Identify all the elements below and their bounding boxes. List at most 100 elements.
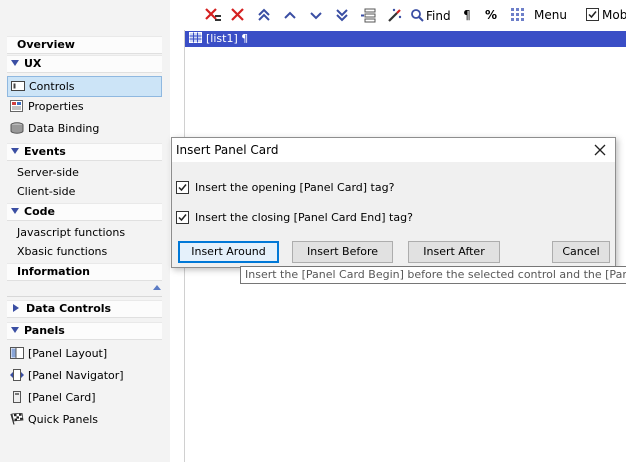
sidebar-item-client-side[interactable]: Client-side bbox=[7, 182, 162, 203]
sidebar-item-label: Javascript functions bbox=[17, 226, 126, 239]
sidebar-item-label: [Panel Navigator] bbox=[28, 369, 124, 382]
insert-around-button[interactable]: Insert Around bbox=[178, 241, 279, 263]
editor-line-text: [list1] ¶ bbox=[206, 32, 249, 45]
move-to-top-button[interactable] bbox=[256, 6, 272, 24]
checkmark-icon bbox=[588, 11, 597, 19]
delete-all-button[interactable] bbox=[204, 6, 222, 24]
delete-icon bbox=[231, 8, 244, 21]
sidebar-item-label: Data Binding bbox=[28, 122, 100, 135]
opening-tag-label[interactable]: Insert the opening [Panel Card] tag? bbox=[195, 181, 394, 195]
sidebar-section-data-controls[interactable]: Data Controls bbox=[7, 300, 162, 318]
sidebar-section-panels[interactable]: Panels bbox=[7, 322, 162, 340]
sidebar-section-label: UX bbox=[24, 57, 42, 70]
insert-panel-card-dialog: Insert Panel Card Insert the opening [Pa… bbox=[171, 137, 616, 268]
mobile-label: Mobi bbox=[602, 8, 626, 22]
app-window: Overview UX Controls Properties Data Bin… bbox=[0, 0, 626, 462]
percent-button[interactable]: % bbox=[484, 6, 498, 24]
list-control-icon bbox=[189, 32, 202, 43]
grid-icon bbox=[511, 8, 524, 21]
mobile-toggle[interactable]: Mobi bbox=[586, 6, 626, 24]
sidebar-item-label: [Panel Card] bbox=[28, 391, 96, 404]
sidebar-section-information[interactable]: Information bbox=[7, 263, 162, 281]
delete-all-icon bbox=[205, 8, 221, 21]
grid-button[interactable] bbox=[510, 6, 526, 24]
sidebar-item-panel-layout[interactable]: [Panel Layout] bbox=[7, 344, 162, 365]
sidebar-item-properties[interactable]: Properties bbox=[7, 97, 162, 118]
magic-wand-icon bbox=[388, 8, 402, 22]
list-insert-icon bbox=[361, 8, 376, 23]
menu-label: Menu bbox=[534, 8, 567, 22]
dialog-title-bar[interactable]: Insert Panel Card bbox=[172, 138, 615, 162]
sidebar: Overview UX Controls Properties Data Bin… bbox=[0, 0, 170, 462]
chevron-down-icon bbox=[11, 208, 19, 214]
sidebar-item-javascript-functions[interactable]: Javascript functions bbox=[7, 223, 162, 244]
insert-after-button[interactable]: Insert After bbox=[408, 241, 500, 263]
checkmark-icon bbox=[178, 184, 187, 192]
sidebar-item-label: Controls bbox=[29, 80, 75, 93]
insert-before-button[interactable]: Insert Before bbox=[292, 241, 393, 263]
sidebar-section-label: Panels bbox=[24, 324, 65, 337]
delete-button[interactable] bbox=[230, 6, 246, 24]
toolbar: Find ¶ % Menu Mobi bbox=[170, 0, 626, 36]
sidebar-item-xbasic-functions[interactable]: Xbasic functions bbox=[7, 242, 162, 263]
checkered-flag-icon bbox=[10, 413, 24, 425]
find-icon bbox=[411, 9, 424, 22]
sidebar-item-quick-panels[interactable]: Quick Panels bbox=[7, 410, 162, 431]
list-insert-button[interactable] bbox=[360, 6, 376, 24]
menu-button[interactable]: Menu bbox=[534, 6, 578, 36]
move-up-button[interactable] bbox=[282, 6, 298, 24]
chevron-right-icon bbox=[13, 304, 19, 312]
mobile-checkbox[interactable] bbox=[586, 8, 599, 21]
sidebar-section-events[interactable]: Events bbox=[7, 143, 162, 161]
cancel-button[interactable]: Cancel bbox=[552, 241, 610, 263]
percent-label: % bbox=[484, 8, 498, 22]
sidebar-section-overview[interactable]: Overview bbox=[7, 36, 162, 54]
sidebar-section-label: Data Controls bbox=[26, 302, 112, 315]
sidebar-item-server-side[interactable]: Server-side bbox=[7, 163, 162, 184]
chevron-up-icon bbox=[284, 11, 296, 19]
chevron-down-icon bbox=[11, 327, 19, 333]
closing-tag-label[interactable]: Insert the closing [Panel Card End] tag? bbox=[195, 211, 413, 225]
sidebar-item-controls[interactable]: Controls bbox=[7, 76, 162, 97]
editor-selected-line[interactable]: [list1] ¶ bbox=[185, 31, 626, 47]
double-chevron-down-icon bbox=[336, 9, 348, 22]
sidebar-item-label: Quick Panels bbox=[28, 413, 99, 426]
sidebar-section-label: Code bbox=[24, 205, 55, 218]
divider bbox=[7, 296, 162, 297]
chevron-down-icon bbox=[310, 12, 322, 20]
move-to-bottom-button[interactable] bbox=[334, 6, 350, 24]
pilcrow-label: ¶ bbox=[463, 8, 471, 22]
close-icon[interactable] bbox=[593, 143, 607, 157]
properties-icon bbox=[10, 100, 23, 112]
find-button[interactable]: Find bbox=[410, 6, 452, 24]
tooltip: Insert the [Panel Card Begin] before the… bbox=[240, 266, 626, 284]
double-chevron-up-icon bbox=[258, 8, 270, 21]
chevron-down-icon bbox=[11, 148, 19, 154]
sidebar-section-label: Information bbox=[17, 265, 90, 278]
dialog-title: Insert Panel Card bbox=[176, 143, 279, 157]
properties-wand-button[interactable] bbox=[386, 6, 404, 24]
panel-navigator-icon bbox=[10, 369, 24, 381]
closing-tag-checkbox[interactable] bbox=[176, 211, 189, 224]
checkmark-icon bbox=[178, 214, 187, 222]
panel-layout-icon bbox=[10, 347, 24, 359]
sidebar-item-data-binding[interactable]: Data Binding bbox=[7, 119, 162, 140]
find-label: Find bbox=[426, 9, 451, 23]
sidebar-section-code[interactable]: Code bbox=[7, 203, 162, 221]
move-down-button[interactable] bbox=[308, 6, 324, 24]
panel-card-icon bbox=[13, 391, 21, 403]
controls-icon bbox=[11, 81, 25, 91]
opening-tag-checkbox[interactable] bbox=[176, 181, 189, 194]
sidebar-item-panel-card[interactable]: [Panel Card] bbox=[7, 388, 162, 409]
sidebar-item-label: Client-side bbox=[17, 185, 76, 198]
sidebar-section-ux[interactable]: UX bbox=[7, 55, 162, 73]
sidebar-item-label: Server-side bbox=[17, 166, 79, 179]
sidebar-item-label: [Panel Layout] bbox=[28, 347, 108, 360]
sidebar-section-label: Overview bbox=[17, 38, 75, 51]
sidebar-section-label: Events bbox=[24, 145, 66, 158]
database-icon bbox=[10, 122, 24, 134]
collapse-up-icon[interactable] bbox=[153, 285, 161, 290]
show-markers-button[interactable]: ¶ bbox=[460, 6, 474, 24]
sidebar-item-label: Xbasic functions bbox=[17, 245, 108, 258]
sidebar-item-panel-navigator[interactable]: [Panel Navigator] bbox=[7, 366, 162, 387]
